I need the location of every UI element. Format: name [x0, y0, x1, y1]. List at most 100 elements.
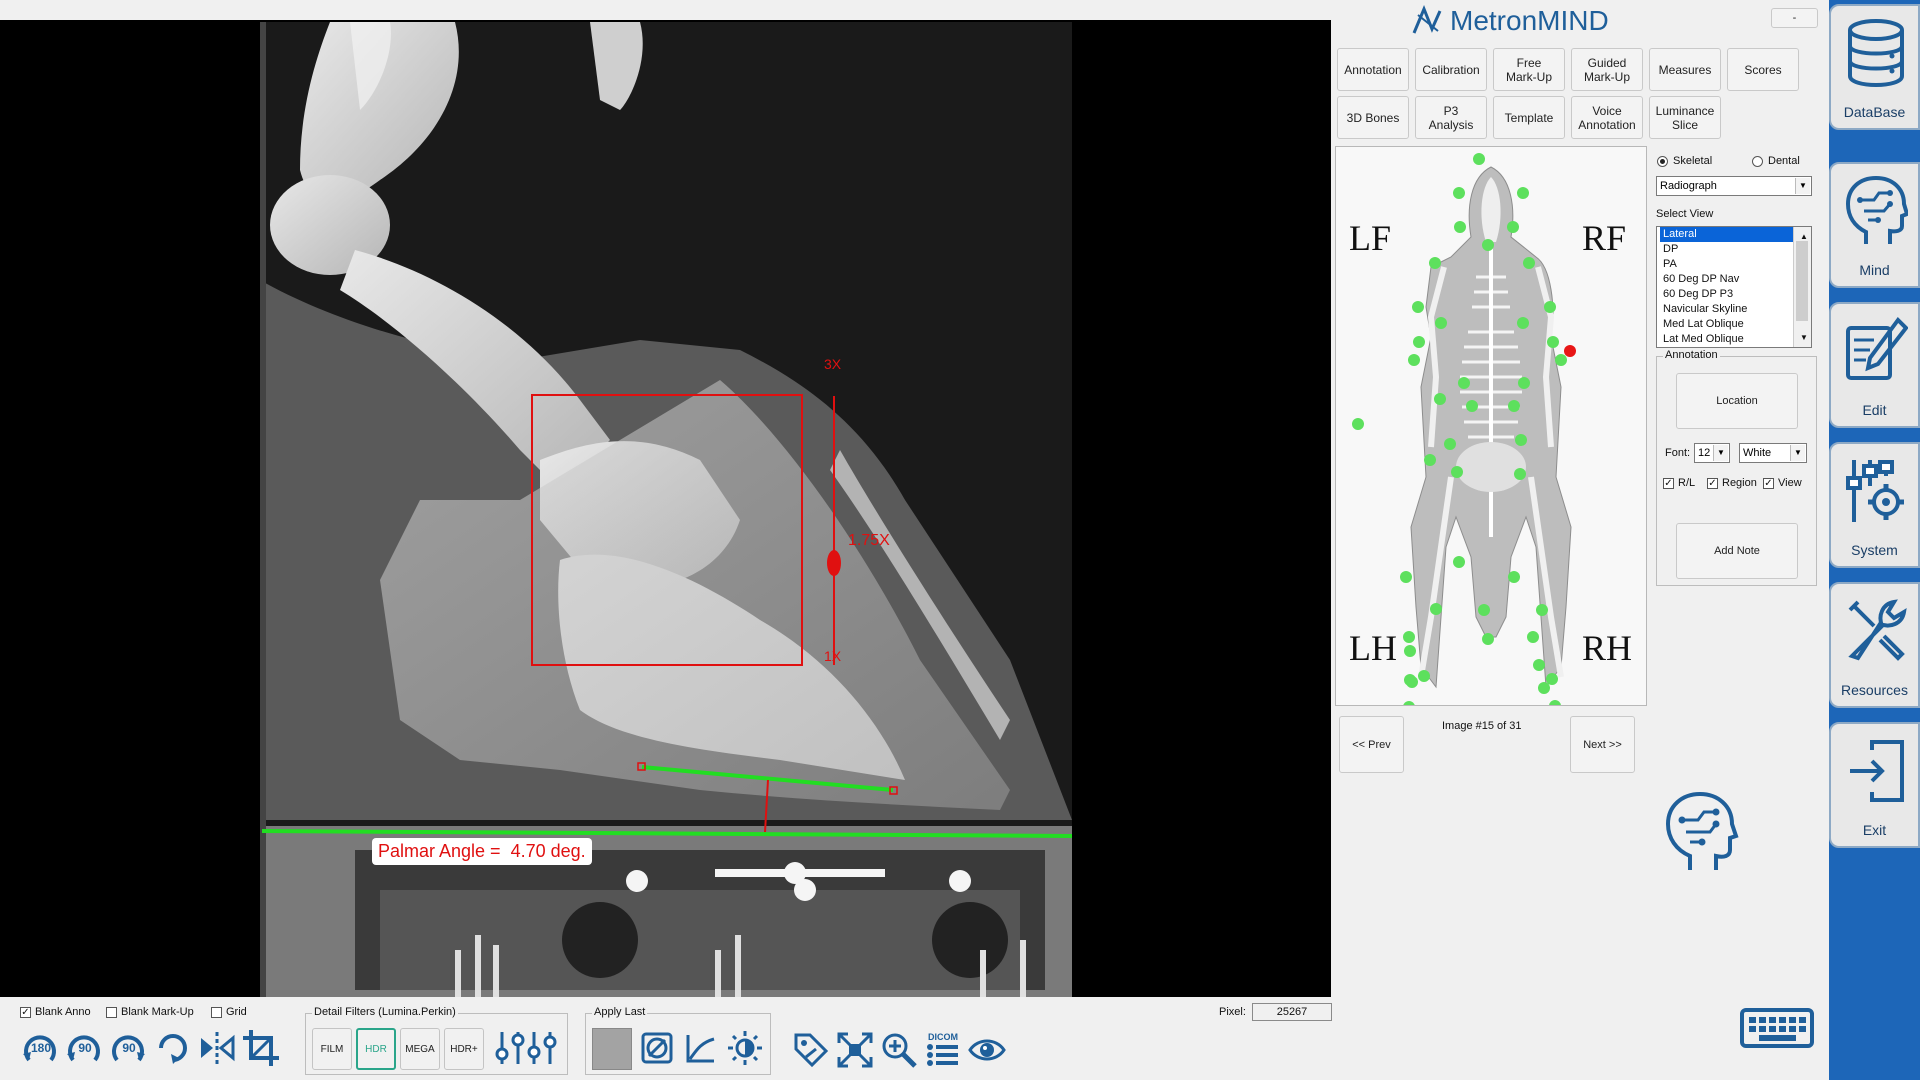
region-marker[interactable]	[1418, 670, 1430, 682]
region-checkbox[interactable]: ✓ Region	[1707, 477, 1757, 489]
crop-button[interactable]	[240, 1028, 282, 1072]
region-marker[interactable]	[1453, 556, 1465, 568]
region-marker[interactable]	[1549, 700, 1561, 705]
grid-checkbox[interactable]: Grid	[211, 1006, 247, 1018]
region-marker[interactable]	[1408, 354, 1420, 366]
active-region-marker[interactable]	[1564, 345, 1576, 357]
region-marker[interactable]	[1538, 682, 1550, 694]
tool-button-annotation[interactable]: Annotation	[1337, 48, 1409, 91]
apply-last-swatch[interactable]	[592, 1028, 632, 1070]
region-marker[interactable]	[1482, 239, 1494, 251]
filter-hdr-plus-button[interactable]: HDR+	[444, 1028, 484, 1070]
region-marker[interactable]	[1451, 466, 1463, 478]
region-marker[interactable]	[1533, 659, 1545, 671]
minimize-button[interactable]: -	[1771, 8, 1818, 28]
view-option[interactable]: Lateral	[1660, 227, 1797, 242]
view-option[interactable]: 60 Deg DP Nav	[1660, 272, 1797, 287]
sidebar-database-button[interactable]: DataBase	[1829, 4, 1920, 130]
region-marker[interactable]	[1404, 645, 1416, 657]
dental-radio[interactable]	[1752, 155, 1763, 167]
region-marker[interactable]	[1400, 571, 1412, 583]
filter-mega-button[interactable]: MEGA	[400, 1028, 440, 1070]
region-marker[interactable]	[1478, 604, 1490, 616]
view-checkbox[interactable]: ✓ View	[1763, 477, 1802, 489]
region-marker[interactable]	[1435, 317, 1447, 329]
region-marker[interactable]	[1514, 468, 1526, 480]
region-marker[interactable]	[1453, 187, 1465, 199]
tool-button-free-mark-up[interactable]: Free Mark-Up	[1493, 48, 1565, 91]
view-button[interactable]	[966, 1028, 1008, 1072]
region-marker[interactable]	[1517, 187, 1529, 199]
view-option[interactable]: Med Lat Oblique	[1660, 317, 1797, 332]
dental-option[interactable]: Dental	[1752, 155, 1800, 167]
tool-button-template[interactable]: Template	[1493, 96, 1565, 139]
sidebar-mind-button[interactable]: Mind	[1829, 162, 1920, 288]
rotate-90-button-cw[interactable]: 90	[108, 1028, 150, 1072]
region-marker[interactable]	[1523, 257, 1535, 269]
tool-button-measures[interactable]: Measures	[1649, 48, 1721, 91]
zoom-button[interactable]	[878, 1028, 920, 1072]
view-option[interactable]: 60 Deg DP P3	[1660, 287, 1797, 302]
region-marker[interactable]	[1444, 438, 1456, 450]
filter-film-button[interactable]: FILM	[312, 1028, 352, 1070]
view-option[interactable]: Lat Med Oblique	[1660, 332, 1797, 347]
location-button[interactable]: Location	[1676, 373, 1798, 429]
region-marker[interactable]	[1352, 418, 1364, 430]
view-listbox[interactable]: Lateral DP PA 60 Deg DP Nav 60 Deg DP P3 Navi…	[1656, 226, 1812, 348]
sidebar-exit-button[interactable]: Exit	[1829, 722, 1920, 848]
sidebar-resources-button[interactable]: Resources	[1829, 582, 1920, 708]
region-marker[interactable]	[1430, 603, 1442, 615]
region-marker[interactable]	[1412, 301, 1424, 313]
tool-button-guided-mark-up[interactable]: Guided Mark-Up	[1571, 48, 1643, 91]
region-marker[interactable]	[1555, 354, 1567, 366]
font-color-select[interactable]: White ▼	[1739, 443, 1807, 463]
view-option[interactable]: Navicular Skyline	[1660, 302, 1797, 317]
blank-anno-checkbox[interactable]: ✓ Blank Anno	[20, 1006, 91, 1018]
rotate-180-button[interactable]: 180	[20, 1028, 62, 1072]
region-marker[interactable]	[1547, 336, 1559, 348]
view-option[interactable]: PA	[1660, 257, 1797, 272]
invert-button[interactable]	[636, 1026, 678, 1070]
rotate-90-button[interactable]: 90	[64, 1028, 106, 1072]
tag-button[interactable]	[790, 1028, 832, 1072]
skeletal-option[interactable]: Skeletal	[1657, 155, 1712, 167]
tool-button-voice-annotation[interactable]: Voice Annotation	[1571, 96, 1643, 139]
sidebar-edit-button[interactable]: Edit	[1829, 302, 1920, 428]
next-button[interactable]: Next >>	[1570, 716, 1635, 773]
image-viewer[interactable]: 3X 1.75X 1X Palmar Angle = 4.70 deg.	[0, 20, 1331, 997]
tool-button-scores[interactable]: Scores	[1727, 48, 1799, 91]
region-marker[interactable]	[1508, 400, 1520, 412]
region-marker[interactable]	[1454, 221, 1466, 233]
region-marker[interactable]	[1544, 301, 1556, 313]
filter-hdr-button[interactable]: HDR	[356, 1028, 396, 1070]
region-marker[interactable]	[1536, 604, 1548, 616]
tool-button-p3-analysis[interactable]: P3 Analysis	[1415, 96, 1487, 139]
filter-settings-button[interactable]	[492, 1026, 560, 1070]
region-marker[interactable]	[1434, 393, 1446, 405]
font-size-select[interactable]: 12 ▼	[1694, 443, 1730, 463]
add-note-button[interactable]: Add Note	[1676, 523, 1798, 579]
modality-select[interactable]: Radiograph ▼	[1656, 176, 1812, 196]
prev-button[interactable]: << Prev	[1339, 716, 1404, 773]
region-marker[interactable]	[1517, 317, 1529, 329]
region-marker[interactable]	[1518, 377, 1530, 389]
fit-screen-button[interactable]	[834, 1028, 876, 1072]
region-marker[interactable]	[1527, 631, 1539, 643]
rl-checkbox[interactable]: ✓ R/L	[1663, 477, 1695, 489]
sidebar-system-button[interactable]: System	[1829, 442, 1920, 568]
flip-button[interactable]	[196, 1028, 238, 1072]
region-marker[interactable]	[1546, 673, 1558, 685]
region-marker[interactable]	[1458, 377, 1470, 389]
region-marker[interactable]	[1403, 701, 1415, 705]
region-marker[interactable]	[1406, 676, 1418, 688]
region-marker[interactable]	[1507, 221, 1519, 233]
tool-button-calibration[interactable]: Calibration	[1415, 48, 1487, 91]
region-marker[interactable]	[1508, 571, 1520, 583]
region-marker[interactable]	[1429, 257, 1441, 269]
dicom-button[interactable]: DICOM	[922, 1028, 964, 1072]
region-marker[interactable]	[1403, 631, 1415, 643]
curve-button[interactable]	[680, 1026, 722, 1070]
tool-button-luminance-slice[interactable]: Luminance Slice	[1649, 96, 1721, 139]
region-marker[interactable]	[1466, 400, 1478, 412]
brightness-button[interactable]	[724, 1026, 766, 1070]
